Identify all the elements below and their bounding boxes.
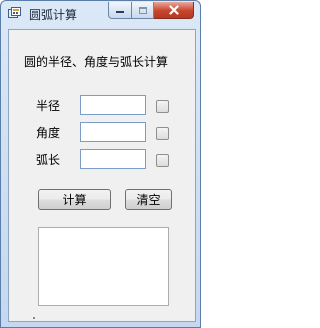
radius-input[interactable] [80,95,146,115]
angle-input[interactable] [80,122,146,142]
app-window: 圆弧计算 圆的半径、角度与弧长计算 半径 角度 弧长 计算 清空 [0,0,201,328]
close-button[interactable] [154,2,194,19]
caption-buttons [108,2,194,20]
window-title: 圆弧计算 [29,8,78,22]
minimize-icon [116,11,124,13]
arc-length-input[interactable] [80,149,146,169]
form-heading: 圆的半径、角度与弧长计算 [24,55,169,69]
title-bar[interactable]: 圆弧计算 [1,1,200,27]
calculator-app-icon [8,7,21,18]
arc-length-checkbox[interactable] [156,154,169,167]
minimize-button[interactable] [108,2,132,19]
calculate-button[interactable]: 计算 [38,189,111,210]
radius-label: 半径 [36,99,61,113]
angle-checkbox[interactable] [156,127,169,140]
arc-length-label: 弧长 [36,153,61,167]
maximize-button[interactable] [132,2,154,19]
size-grip-dot [33,317,35,319]
clear-button[interactable]: 清空 [125,189,172,210]
angle-label: 角度 [36,126,61,140]
close-icon [168,5,179,15]
form-client-area: 圆的半径、角度与弧长计算 半径 角度 弧长 计算 清空 [8,29,196,322]
result-textarea[interactable] [38,227,169,306]
maximize-icon [138,6,147,14]
radius-checkbox[interactable] [156,100,169,113]
